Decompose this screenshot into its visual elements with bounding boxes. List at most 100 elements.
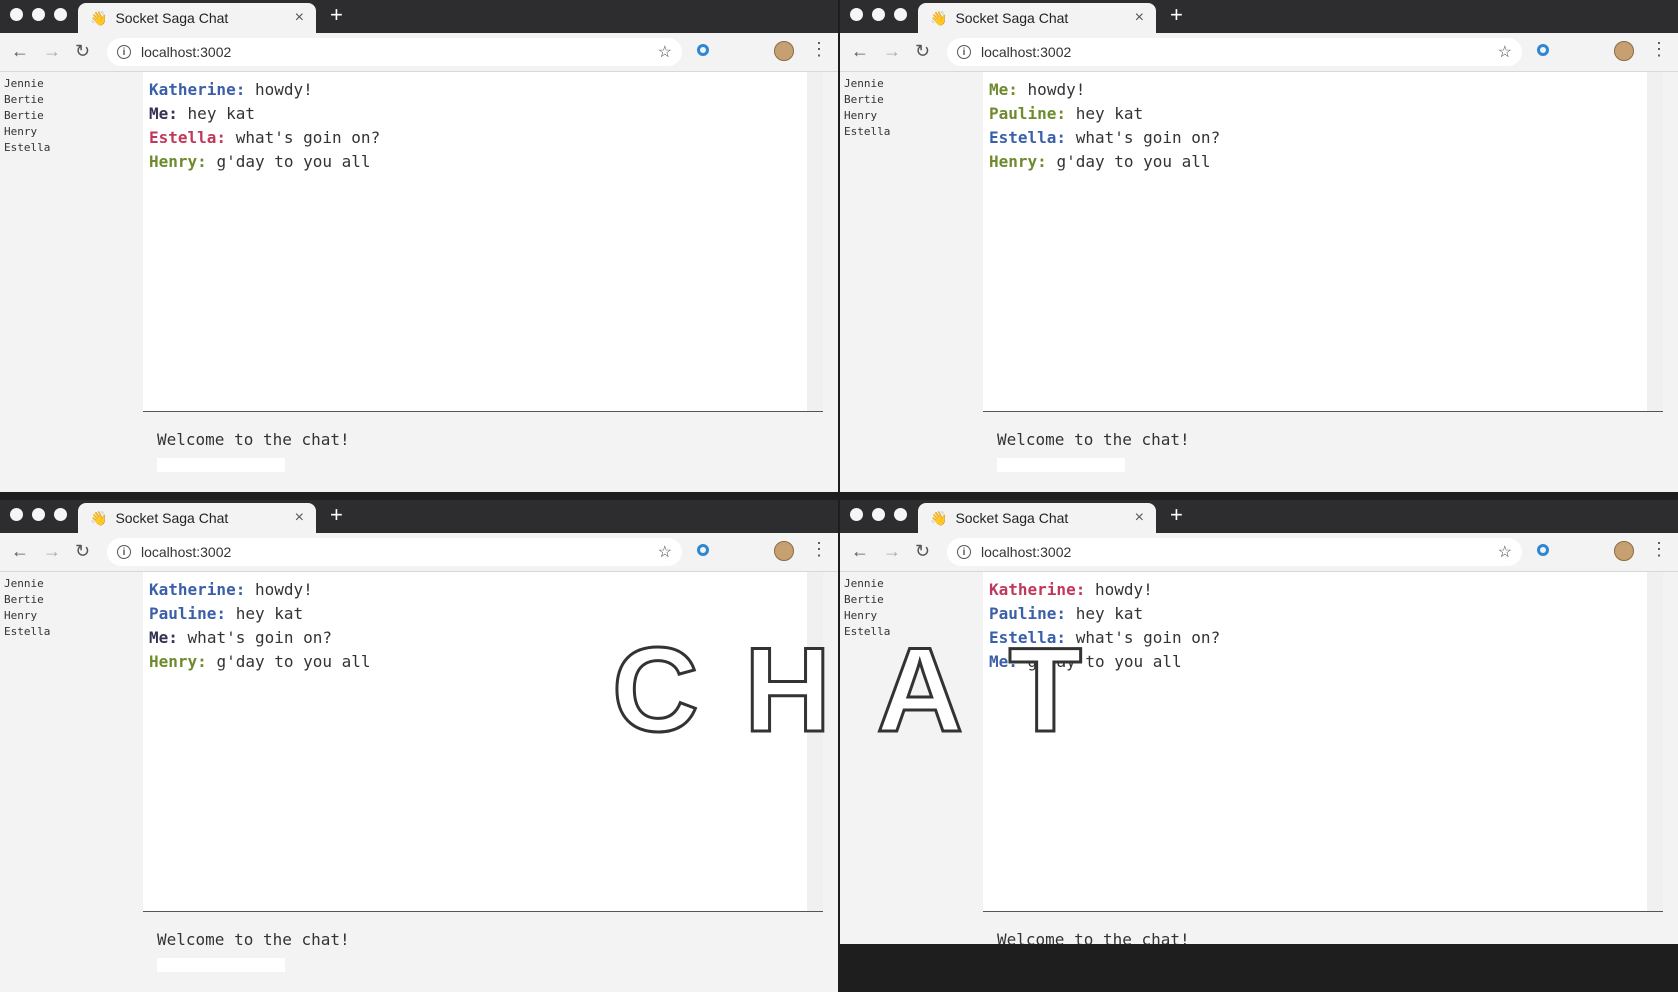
- star-icon[interactable]: ☆: [658, 542, 672, 562]
- user-list-item[interactable]: Henry: [4, 124, 50, 140]
- user-list-item[interactable]: Bertie: [844, 592, 890, 608]
- reload-icon[interactable]: ↻: [915, 541, 930, 562]
- menu-dots-icon[interactable]: ⋮: [810, 539, 828, 560]
- message-author: Henry:: [149, 152, 207, 171]
- avatar[interactable]: [774, 541, 794, 561]
- avatar[interactable]: [774, 41, 794, 61]
- close-tab-icon[interactable]: ×: [1135, 9, 1144, 27]
- window-controls[interactable]: [850, 8, 907, 21]
- close-tab-icon[interactable]: ×: [295, 9, 304, 27]
- info-icon[interactable]: i: [957, 45, 971, 59]
- browser-window: 👋 Socket Saga Chat × + ← → ↻ i localhost…: [840, 500, 1678, 944]
- new-tab-button[interactable]: +: [330, 502, 343, 528]
- user-list-item[interactable]: Henry: [844, 108, 890, 124]
- extension-icon[interactable]: [697, 544, 709, 556]
- user-list-item[interactable]: Bertie: [844, 92, 890, 108]
- scrollbar[interactable]: [1647, 572, 1663, 911]
- browser-tab[interactable]: 👋 Socket Saga Chat ×: [918, 503, 1156, 533]
- url-text[interactable]: localhost:3002: [141, 44, 658, 60]
- user-list-item[interactable]: Estella: [844, 124, 890, 140]
- close-window-icon[interactable]: [10, 508, 23, 521]
- reload-icon[interactable]: ↻: [915, 41, 930, 62]
- close-tab-icon[interactable]: ×: [1135, 509, 1144, 527]
- maximize-window-icon[interactable]: [894, 508, 907, 521]
- browser-tab[interactable]: 👋 Socket Saga Chat ×: [918, 3, 1156, 33]
- scrollbar[interactable]: [807, 572, 823, 911]
- message-author: Estella:: [989, 128, 1067, 147]
- new-tab-button[interactable]: +: [330, 2, 343, 28]
- new-tab-button[interactable]: +: [1170, 2, 1183, 28]
- chat-message: Estella: what's goin on?: [149, 126, 817, 150]
- window-controls[interactable]: [10, 508, 67, 521]
- forward-arrow-icon[interactable]: →: [43, 41, 61, 62]
- chat-message: Katherine: howdy!: [149, 78, 817, 102]
- url-text[interactable]: localhost:3002: [981, 544, 1498, 560]
- back-arrow-icon[interactable]: ←: [11, 541, 29, 562]
- reload-icon[interactable]: ↻: [75, 41, 90, 62]
- minimize-window-icon[interactable]: [32, 508, 45, 521]
- url-text[interactable]: localhost:3002: [141, 544, 658, 560]
- chat-input[interactable]: [997, 458, 1125, 472]
- forward-arrow-icon[interactable]: →: [883, 541, 901, 562]
- info-icon[interactable]: i: [117, 45, 131, 59]
- user-list-item[interactable]: Estella: [844, 624, 890, 640]
- user-list-item[interactable]: Bertie: [4, 108, 50, 124]
- window-controls[interactable]: [850, 508, 907, 521]
- menu-dots-icon[interactable]: ⋮: [1650, 39, 1668, 60]
- reload-icon[interactable]: ↻: [75, 541, 90, 562]
- minimize-window-icon[interactable]: [32, 8, 45, 21]
- extension-icon[interactable]: [697, 44, 709, 56]
- close-tab-icon[interactable]: ×: [295, 509, 304, 527]
- user-list-item[interactable]: Henry: [4, 608, 50, 624]
- close-window-icon[interactable]: [850, 508, 863, 521]
- star-icon[interactable]: ☆: [1498, 542, 1512, 562]
- user-list-item[interactable]: Jennie: [844, 76, 890, 92]
- message-text: hey kat: [187, 104, 255, 123]
- back-arrow-icon[interactable]: ←: [851, 41, 869, 62]
- extension-icon[interactable]: [1537, 544, 1549, 556]
- user-list-item[interactable]: Jennie: [844, 576, 890, 592]
- forward-arrow-icon[interactable]: →: [43, 541, 61, 562]
- scrollbar[interactable]: [807, 72, 823, 411]
- browser-tab[interactable]: 👋 Socket Saga Chat ×: [78, 503, 316, 533]
- maximize-window-icon[interactable]: [54, 508, 67, 521]
- user-list-item[interactable]: Bertie: [4, 592, 50, 608]
- window-controls[interactable]: [10, 8, 67, 21]
- extension-icon[interactable]: [1537, 44, 1549, 56]
- minimize-window-icon[interactable]: [872, 8, 885, 21]
- user-list-item[interactable]: Jennie: [4, 76, 50, 92]
- url-text[interactable]: localhost:3002: [981, 44, 1498, 60]
- address-bar[interactable]: i localhost:3002 ☆: [107, 538, 682, 566]
- message-text: g'day to you all: [1027, 652, 1182, 671]
- address-bar[interactable]: i localhost:3002 ☆: [947, 38, 1522, 66]
- user-list-item[interactable]: Jennie: [4, 576, 50, 592]
- chat-input[interactable]: [157, 458, 285, 472]
- avatar[interactable]: [1614, 541, 1634, 561]
- user-list-item[interactable]: Estella: [4, 140, 50, 156]
- avatar[interactable]: [1614, 41, 1634, 61]
- address-bar[interactable]: i localhost:3002 ☆: [107, 38, 682, 66]
- close-window-icon[interactable]: [10, 8, 23, 21]
- info-icon[interactable]: i: [957, 545, 971, 559]
- browser-tab[interactable]: 👋 Socket Saga Chat ×: [78, 3, 316, 33]
- menu-dots-icon[interactable]: ⋮: [810, 39, 828, 60]
- user-list-item[interactable]: Henry: [844, 608, 890, 624]
- address-bar[interactable]: i localhost:3002 ☆: [947, 538, 1522, 566]
- user-list-item[interactable]: Estella: [4, 624, 50, 640]
- star-icon[interactable]: ☆: [658, 42, 672, 62]
- forward-arrow-icon[interactable]: →: [883, 41, 901, 62]
- chat-message: Me: what's goin on?: [149, 626, 817, 650]
- back-arrow-icon[interactable]: ←: [851, 541, 869, 562]
- menu-dots-icon[interactable]: ⋮: [1650, 539, 1668, 560]
- user-list-item[interactable]: Bertie: [4, 92, 50, 108]
- info-icon[interactable]: i: [117, 545, 131, 559]
- scrollbar[interactable]: [1647, 72, 1663, 411]
- chat-input[interactable]: [157, 958, 285, 972]
- maximize-window-icon[interactable]: [54, 8, 67, 21]
- maximize-window-icon[interactable]: [894, 8, 907, 21]
- minimize-window-icon[interactable]: [872, 508, 885, 521]
- star-icon[interactable]: ☆: [1498, 42, 1512, 62]
- back-arrow-icon[interactable]: ←: [11, 41, 29, 62]
- new-tab-button[interactable]: +: [1170, 502, 1183, 528]
- close-window-icon[interactable]: [850, 8, 863, 21]
